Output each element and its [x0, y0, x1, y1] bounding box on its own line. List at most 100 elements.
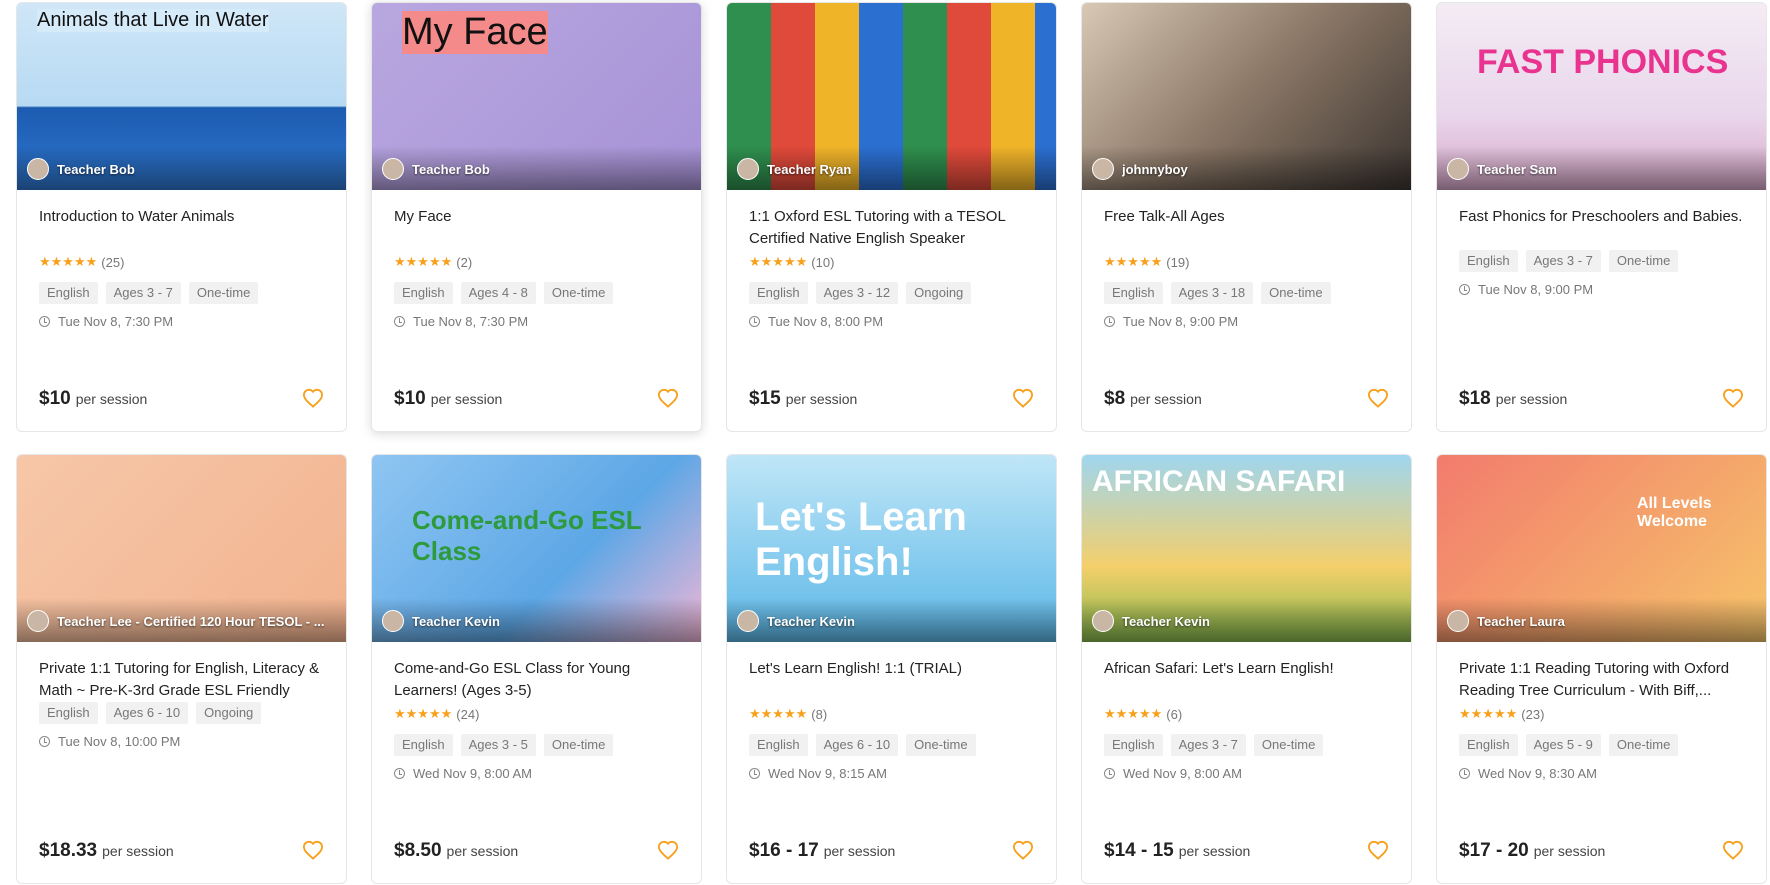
class-thumbnail[interactable]: All Levels Welcome Teacher Laura: [1437, 455, 1766, 642]
class-card[interactable]: Let's Learn English! Teacher Kevin Let's…: [726, 454, 1057, 884]
class-card[interactable]: My Face Teacher Bob My Face ★★★★★ (2) En…: [371, 2, 702, 432]
favorite-heart-icon[interactable]: [1367, 840, 1389, 860]
class-card[interactable]: AFRICAN SAFARI Teacher Kevin African Saf…: [1081, 454, 1412, 884]
time-text: Tue Nov 8, 8:00 PM: [768, 314, 884, 329]
class-thumbnail[interactable]: Animals that Live in Water Teacher Bob: [17, 3, 346, 190]
tag: English: [39, 282, 98, 304]
class-time: Wed Nov 9, 8:00 AM: [394, 766, 679, 781]
thumbnail-text: FAST PHONICS: [1477, 43, 1729, 81]
class-card[interactable]: Teacher Lee - Certified 120 Hour TESOL -…: [16, 454, 347, 884]
rating-count: (6): [1166, 706, 1183, 722]
teacher-name: Teacher Laura: [1477, 613, 1565, 629]
clock-icon: [39, 736, 50, 747]
price-amount: $10: [39, 388, 71, 409]
class-time: Tue Nov 8, 10:00 PM: [39, 734, 324, 749]
time-text: Wed Nov 9, 8:30 AM: [1478, 766, 1597, 781]
class-thumbnail[interactable]: Let's Learn English! Teacher Kevin: [727, 455, 1056, 642]
class-title[interactable]: Private 1:1 Reading Tutoring with Oxford…: [1459, 658, 1744, 702]
star-rating-icon: ★★★★★: [394, 706, 453, 721]
tag: Ongoing: [906, 282, 972, 304]
class-card[interactable]: johnnyboy Free Talk-All Ages ★★★★★ (19) …: [1081, 2, 1412, 432]
class-title[interactable]: African Safari: Let's Learn English!: [1104, 658, 1389, 702]
favorite-heart-icon[interactable]: [302, 388, 324, 408]
teacher-link[interactable]: Teacher Kevin: [737, 610, 855, 632]
tag: One-time: [1253, 734, 1324, 756]
class-thumbnail[interactable]: Teacher Lee - Certified 120 Hour TESOL -…: [17, 455, 346, 642]
price-amount: $8: [1104, 388, 1126, 409]
teacher-link[interactable]: Teacher Bob: [382, 158, 490, 180]
teacher-link[interactable]: johnnyboy: [1092, 158, 1188, 180]
tag-list: English Ages 3 - 18 One-time: [1104, 282, 1394, 312]
tag: One-time: [906, 734, 976, 756]
class-thumbnail[interactable]: Teacher Ryan: [727, 3, 1056, 190]
favorite-heart-icon[interactable]: [1722, 388, 1744, 408]
class-time: Tue Nov 8, 7:30 PM: [39, 314, 324, 329]
class-thumbnail[interactable]: My Face Teacher Bob: [372, 3, 701, 190]
favorite-heart-icon[interactable]: [657, 840, 679, 860]
time-text: Wed Nov 9, 8:15 AM: [768, 766, 887, 781]
price-suffix: per session: [785, 391, 858, 407]
class-time: Tue Nov 8, 9:00 PM: [1104, 314, 1389, 329]
class-card[interactable]: Teacher Ryan 1:1 Oxford ESL Tutoring wit…: [726, 2, 1057, 432]
teacher-name: Teacher Ryan: [767, 161, 852, 177]
class-time: Tue Nov 8, 7:30 PM: [394, 314, 679, 329]
avatar: [382, 610, 404, 632]
favorite-heart-icon[interactable]: [1012, 840, 1034, 860]
thumbnail-text: AFRICAN SAFARI: [1092, 465, 1346, 498]
teacher-name: Teacher Sam: [1477, 161, 1557, 177]
price-amount: $8.50: [394, 840, 442, 861]
class-title[interactable]: Private 1:1 Tutoring for English, Litera…: [39, 658, 324, 702]
class-title[interactable]: Fast Phonics for Preschoolers and Babies…: [1459, 206, 1744, 250]
class-title[interactable]: Free Talk-All Ages: [1104, 206, 1389, 250]
price-amount: $14 - 15: [1104, 840, 1174, 861]
price: $17 - 20 per session: [1459, 840, 1605, 862]
class-thumbnail[interactable]: Come-and-Go ESL Class Teacher Kevin: [372, 455, 701, 642]
favorite-heart-icon[interactable]: [1367, 388, 1389, 408]
thumbnail-text: Let's Learn English!: [755, 495, 967, 584]
class-thumbnail[interactable]: AFRICAN SAFARI Teacher Kevin: [1082, 455, 1411, 642]
class-card[interactable]: Animals that Live in Water Teacher Bob I…: [16, 2, 347, 432]
class-time: Tue Nov 8, 8:00 PM: [749, 314, 1034, 329]
teacher-name: Teacher Kevin: [1122, 613, 1210, 629]
class-time: Wed Nov 9, 8:30 AM: [1459, 766, 1744, 781]
class-card[interactable]: FAST PHONICS Teacher Sam Fast Phonics fo…: [1436, 2, 1767, 432]
class-title[interactable]: Let's Learn English! 1:1 (TRIAL): [749, 658, 1034, 702]
class-title[interactable]: My Face: [394, 206, 679, 250]
time-text: Wed Nov 9, 8:00 AM: [413, 766, 532, 781]
tag-list: English Ages 3 - 5 One-time: [394, 734, 684, 764]
favorite-heart-icon[interactable]: [1722, 840, 1744, 860]
thumbnail-text: Come-and-Go ESL Class: [412, 505, 642, 566]
clock-icon: [749, 316, 760, 327]
tag: Ages 3 - 7: [105, 282, 181, 304]
rating: ★★★★★ (8): [749, 706, 1034, 722]
teacher-link[interactable]: Teacher Kevin: [382, 610, 500, 632]
favorite-heart-icon[interactable]: [302, 840, 324, 860]
teacher-link[interactable]: Teacher Kevin: [1092, 610, 1210, 632]
class-thumbnail[interactable]: FAST PHONICS Teacher Sam: [1437, 3, 1766, 190]
rating-count: (8): [811, 706, 828, 722]
teacher-link[interactable]: Teacher Ryan: [737, 158, 851, 180]
star-rating-icon: ★★★★★: [749, 706, 808, 721]
teacher-name: johnnyboy: [1122, 161, 1188, 177]
favorite-heart-icon[interactable]: [657, 388, 679, 408]
class-thumbnail[interactable]: johnnyboy: [1082, 3, 1411, 190]
teacher-link[interactable]: Teacher Lee - Certified 120 Hour TESOL -…: [27, 610, 325, 632]
clock-icon: [39, 316, 50, 327]
class-card[interactable]: Come-and-Go ESL Class Teacher Kevin Come…: [371, 454, 702, 884]
teacher-link[interactable]: Teacher Bob: [27, 158, 135, 180]
price-suffix: per session: [823, 843, 896, 859]
teacher-link[interactable]: Teacher Sam: [1447, 158, 1557, 180]
tag: Ages 5 - 9: [1525, 734, 1601, 756]
class-card[interactable]: All Levels Welcome Teacher Laura Private…: [1436, 454, 1767, 884]
class-time: Wed Nov 9, 8:00 AM: [1104, 766, 1389, 781]
favorite-heart-icon[interactable]: [1012, 388, 1034, 408]
teacher-name: Teacher Lee - Certified 120 Hour TESOL -…: [57, 613, 325, 629]
class-title[interactable]: 1:1 Oxford ESL Tutoring with a TESOL Cer…: [749, 206, 1034, 250]
teacher-link[interactable]: Teacher Laura: [1447, 610, 1565, 632]
tag-list: English Ages 3 - 12 Ongoing: [749, 282, 1039, 312]
class-title[interactable]: Come-and-Go ESL Class for Young Learners…: [394, 658, 679, 702]
class-title[interactable]: Introduction to Water Animals: [39, 206, 324, 250]
price-suffix: per session: [1533, 843, 1606, 859]
time-text: Tue Nov 8, 7:30 PM: [58, 314, 174, 329]
time-text: Tue Nov 8, 10:00 PM: [58, 734, 181, 749]
